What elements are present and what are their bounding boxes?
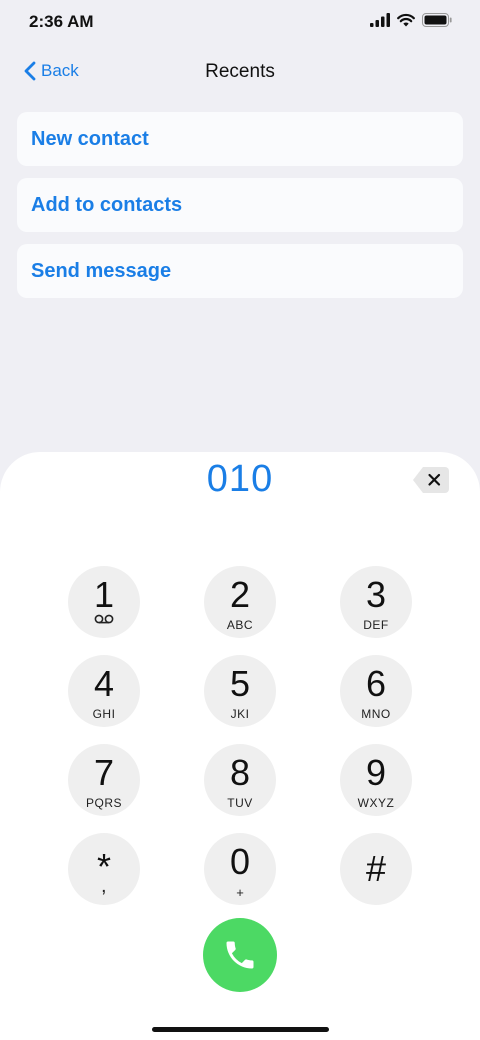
key-digit: 4 [93, 663, 115, 704]
backspace-icon [413, 467, 449, 493]
key-digit: 6 [365, 663, 387, 704]
action-list: New contact Add to contacts Send message [17, 112, 463, 310]
key-5[interactable]: 5 JKI [204, 655, 276, 727]
send-message-button[interactable]: Send message [17, 244, 463, 298]
key-letters: PQRS [85, 796, 122, 810]
key-letters: WXYZ [357, 796, 395, 810]
key-8[interactable]: 8 TUV [204, 744, 276, 816]
chevron-left-icon [24, 61, 36, 81]
status-icons [370, 13, 452, 27]
key-digit: # [365, 848, 387, 889]
key-digit: 1 [93, 574, 115, 615]
key-hash[interactable]: # [340, 833, 412, 905]
key-3[interactable]: 3 DEF [340, 566, 412, 638]
key-4[interactable]: 4 GHI [68, 655, 140, 727]
delete-button[interactable] [412, 466, 450, 499]
home-indicator [152, 1027, 329, 1032]
key-digit: 2 [229, 574, 251, 615]
key-digit: 3 [365, 574, 387, 615]
key-letters: ABC [226, 618, 254, 632]
key-9[interactable]: 9 WXYZ [340, 744, 412, 816]
add-to-contacts-button[interactable]: Add to contacts [17, 178, 463, 232]
dialed-number: 010 [206, 458, 274, 500]
key-7[interactable]: 7 PQRS [68, 744, 140, 816]
key-letters: MNO [361, 707, 391, 721]
key-letters: DEF [363, 618, 389, 632]
key-0[interactable]: 0 + [204, 833, 276, 905]
back-label: Back [41, 61, 79, 80]
key-digit: 5 [229, 663, 251, 704]
nav-bar: Recents Back [0, 44, 480, 100]
status-time: 2:36 AM [29, 12, 94, 31]
key-letters: TUV [227, 796, 253, 810]
key-digit: 7 [93, 752, 115, 793]
key-letters: , [100, 875, 108, 897]
key-letters: + [236, 885, 244, 900]
key-6[interactable]: 6 MNO [340, 655, 412, 727]
wifi-icon [397, 13, 415, 27]
key-2[interactable]: 2 ABC [204, 566, 276, 638]
key-1[interactable]: 1 [68, 566, 140, 638]
status-bar: 2:36 AM [0, 0, 480, 44]
new-contact-button[interactable]: New contact [17, 112, 463, 166]
key-star[interactable]: * , [68, 833, 140, 905]
call-button[interactable] [203, 918, 277, 992]
key-letters: JKI [230, 707, 250, 721]
battery-icon [422, 13, 452, 27]
keypad: 1 2 ABC 3 DEF 4 GHI 5 JKI 6 MNO 7 PQRS 8… [68, 566, 412, 906]
key-letters: GHI [92, 707, 116, 721]
key-digit: 8 [229, 752, 251, 793]
key-digit: 0 [229, 841, 251, 882]
back-button[interactable]: Back [24, 61, 79, 81]
key-digit: 9 [365, 752, 387, 793]
signal-icon [370, 13, 390, 27]
phone-icon [226, 941, 254, 969]
voicemail-icon [94, 614, 114, 624]
